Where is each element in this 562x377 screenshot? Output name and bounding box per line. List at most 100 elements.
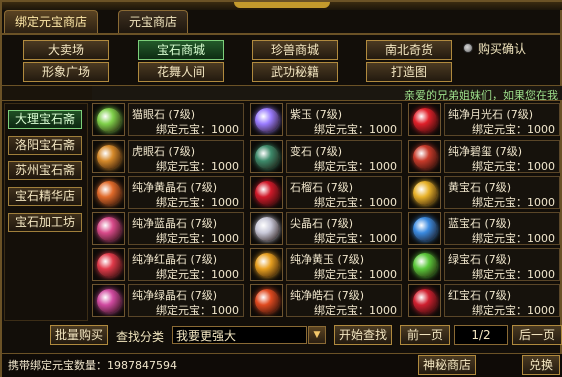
- item-name: 纯净蓝晶石 (7级): [132, 217, 218, 230]
- item-info[interactable]: 虎眼石 (7级) 绑定元宝：1000: [128, 140, 244, 173]
- tab-bound-ingot-shop[interactable]: 绑定元宝商店: [4, 10, 99, 34]
- shop-window: 绑定元宝商店 元宝商店 大卖场 宝石商城 珍兽商城 南北奇货 形象广场 花舞人间…: [0, 0, 562, 377]
- item-icon-slot[interactable]: [92, 284, 125, 317]
- item-icon-slot[interactable]: [92, 212, 125, 245]
- item-icon-slot[interactable]: [408, 248, 441, 281]
- item-cell: 尖晶石 (7级) 绑定元宝：1000: [250, 212, 402, 245]
- category-flower-dance[interactable]: 花舞人间: [138, 62, 224, 82]
- item-info[interactable]: 纯净绿晶石 (7级) 绑定元宝：1000: [128, 284, 244, 317]
- item-info[interactable]: 红宝石 (7级) 绑定元宝：1000: [444, 284, 560, 317]
- item-cell: 纯净碧玺 (7级) 绑定元宝：1000: [408, 140, 560, 173]
- item-price: 绑定元宝：1000: [314, 232, 397, 245]
- chevron-down-icon[interactable]: ▼: [308, 326, 326, 344]
- category-rare-goods[interactable]: 南北奇货: [366, 40, 452, 60]
- item-icon-slot[interactable]: [92, 176, 125, 209]
- marquee-left: [2, 85, 92, 101]
- category-gem-mall[interactable]: 宝石商城: [138, 40, 224, 60]
- item-price: 绑定元宝：1000: [156, 123, 239, 136]
- shop-gem-essence[interactable]: 宝石精华店: [8, 187, 82, 206]
- next-page-button[interactable]: 后一页: [512, 325, 562, 345]
- mystery-shop-button[interactable]: 神秘商店: [418, 355, 476, 375]
- category-market[interactable]: 大卖场: [23, 40, 109, 60]
- item-info[interactable]: 纯净皓石 (7级) 绑定元宝：1000: [286, 284, 402, 317]
- item-cell: 红宝石 (7级) 绑定元宝：1000: [408, 284, 560, 317]
- item-icon-slot[interactable]: [250, 284, 283, 317]
- ruby-gem-icon: [413, 289, 437, 313]
- shop-gem-workshop[interactable]: 宝石加工坊: [8, 213, 82, 232]
- item-icon-slot[interactable]: [92, 103, 125, 136]
- item-name: 红宝石 (7级): [448, 289, 512, 302]
- page-indicator: 1/2: [454, 325, 508, 345]
- shop-dali[interactable]: 大理宝石斋: [8, 110, 82, 129]
- item-info[interactable]: 绿宝石 (7级) 绑定元宝：1000: [444, 248, 560, 281]
- category-pet-mall[interactable]: 珍兽商城: [252, 40, 338, 60]
- item-icon-slot[interactable]: [250, 103, 283, 136]
- item-name: 纯净红晶石 (7级): [132, 253, 218, 266]
- category-craft-blueprint[interactable]: 打造图: [366, 62, 452, 82]
- tiger-eye-gem-icon: [97, 145, 121, 169]
- item-icon-slot[interactable]: [250, 176, 283, 209]
- sapphire-gem-icon: [413, 217, 437, 241]
- item-icon-slot[interactable]: [92, 140, 125, 173]
- item-price: 绑定元宝：1000: [314, 160, 397, 173]
- item-info[interactable]: 黄宝石 (7级) 绑定元宝：1000: [444, 176, 560, 209]
- item-info[interactable]: 纯净红晶石 (7级) 绑定元宝：1000: [128, 248, 244, 281]
- item-price: 绑定元宝：1000: [156, 268, 239, 281]
- item-name: 石榴石 (7级): [290, 181, 354, 194]
- start-search-button[interactable]: 开始查找: [334, 325, 392, 345]
- item-name: 变石 (7级): [290, 145, 343, 158]
- item-cell: 纯净黄玉 (7级) 绑定元宝：1000: [250, 248, 402, 281]
- emerald-gem-icon: [413, 253, 437, 277]
- item-cell: 石榴石 (7级) 绑定元宝：1000: [250, 176, 402, 209]
- blue-crystal-gem-icon: [97, 217, 121, 241]
- item-info[interactable]: 蓝宝石 (7级) 绑定元宝：1000: [444, 212, 560, 245]
- shop-luoyang[interactable]: 洛阳宝石斋: [8, 136, 82, 155]
- item-price: 绑定元宝：1000: [156, 232, 239, 245]
- search-input[interactable]: [172, 326, 307, 344]
- item-info[interactable]: 纯净蓝晶石 (7级) 绑定元宝：1000: [128, 212, 244, 245]
- item-name: 纯净碧玺 (7级): [448, 145, 523, 158]
- item-info[interactable]: 纯净黄玉 (7级) 绑定元宝：1000: [286, 248, 402, 281]
- title-ornament: [234, 2, 330, 8]
- item-price: 绑定元宝：1000: [472, 196, 555, 209]
- marquee: 亲爱的兄弟姐妹们，如果您在我: [92, 85, 562, 101]
- item-price: 绑定元宝：1000: [472, 304, 555, 317]
- citrine-gem-icon: [97, 181, 121, 205]
- tab-ingot-shop[interactable]: 元宝商店: [118, 10, 189, 34]
- item-icon-slot[interactable]: [408, 103, 441, 136]
- purchase-confirm-radio[interactable]: [463, 43, 473, 53]
- category-appearance[interactable]: 形象广场: [23, 62, 109, 82]
- category-martial-arts[interactable]: 武功秘籍: [252, 62, 338, 82]
- item-name: 黄宝石 (7级): [448, 181, 512, 194]
- item-info[interactable]: 纯净碧玺 (7级) 绑定元宝：1000: [444, 140, 560, 173]
- item-icon-slot[interactable]: [250, 212, 283, 245]
- item-icon-slot[interactable]: [408, 212, 441, 245]
- item-info[interactable]: 变石 (7级) 绑定元宝：1000: [286, 140, 402, 173]
- item-icon-slot[interactable]: [250, 248, 283, 281]
- exchange-button[interactable]: 兑换: [522, 355, 560, 375]
- prev-page-button[interactable]: 前一页: [400, 325, 450, 345]
- item-cell: 纯净月光石 (7级) 绑定元宝：1000: [408, 103, 560, 136]
- item-info[interactable]: 纯净黄晶石 (7级) 绑定元宝：1000: [128, 176, 244, 209]
- item-info[interactable]: 尖晶石 (7级) 绑定元宝：1000: [286, 212, 402, 245]
- item-icon-slot[interactable]: [250, 140, 283, 173]
- green-crystal-gem-icon: [97, 289, 121, 313]
- item-icon-slot[interactable]: [408, 176, 441, 209]
- item-cell: 纯净绿晶石 (7级) 绑定元宝：1000: [92, 284, 244, 317]
- item-cell: 绿宝石 (7级) 绑定元宝：1000: [408, 248, 560, 281]
- item-info[interactable]: 紫玉 (7级) 绑定元宝：1000: [286, 103, 402, 136]
- shop-suzhou[interactable]: 苏州宝石斋: [8, 161, 82, 180]
- item-cell: 蓝宝石 (7级) 绑定元宝：1000: [408, 212, 560, 245]
- bulk-buy-button[interactable]: 批量购买: [50, 325, 108, 345]
- item-icon-slot[interactable]: [408, 140, 441, 173]
- purple-jade-gem-icon: [255, 108, 279, 132]
- item-info[interactable]: 猫眼石 (7级) 绑定元宝：1000: [128, 103, 244, 136]
- item-icon-slot[interactable]: [408, 284, 441, 317]
- item-icon-slot[interactable]: [92, 248, 125, 281]
- item-info[interactable]: 纯净月光石 (7级) 绑定元宝：1000: [444, 103, 560, 136]
- item-info[interactable]: 石榴石 (7级) 绑定元宝：1000: [286, 176, 402, 209]
- item-name: 虎眼石 (7级): [132, 145, 196, 158]
- item-cell: 纯净黄晶石 (7级) 绑定元宝：1000: [92, 176, 244, 209]
- bound-ingot-amount: 携带绑定元宝数量：1987847594: [8, 359, 177, 372]
- zircon-gem-icon: [255, 289, 279, 313]
